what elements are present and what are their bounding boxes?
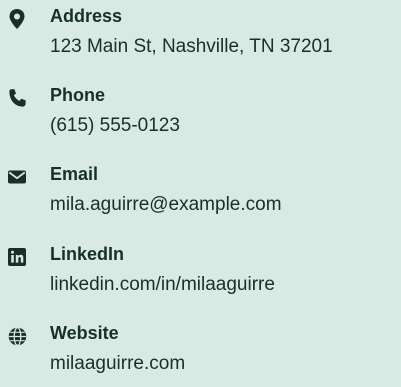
contact-item-linkedin: LinkedIn linkedin.com/in/milaaguirre xyxy=(0,238,401,306)
contact-value-linkedin[interactable]: linkedin.com/in/milaaguirre xyxy=(50,273,275,297)
contact-label-address: Address xyxy=(50,6,123,26)
contact-item-website: Website milaaguirre.com xyxy=(0,317,401,385)
linkedin-icon xyxy=(6,246,28,268)
contact-value-phone: (615) 555-0123 xyxy=(50,115,180,136)
contact-value-website[interactable]: milaaguirre.com xyxy=(50,352,185,376)
contact-label-phone: Phone xyxy=(50,85,106,105)
contact-value-address: 123 Main St, Nashville, TN 37201 xyxy=(50,36,333,57)
contact-info-list: Address 123 Main St, Nashville, TN 37201… xyxy=(0,0,401,387)
contact-item-email: Email mila.aguirre@example.com xyxy=(0,158,401,226)
globe-icon xyxy=(6,325,28,347)
contact-label-linkedin: LinkedIn xyxy=(50,244,125,264)
contact-label-email: Email xyxy=(50,164,99,184)
contact-item-address: Address 123 Main St, Nashville, TN 37201 xyxy=(0,0,401,68)
contact-value-email: mila.aguirre@example.com xyxy=(50,194,282,215)
location-pin-icon xyxy=(6,8,28,30)
contact-item-phone: Phone (615) 555-0123 xyxy=(0,79,401,147)
envelope-icon xyxy=(6,166,28,188)
phone-icon xyxy=(6,87,28,109)
contact-label-website: Website xyxy=(50,323,119,343)
